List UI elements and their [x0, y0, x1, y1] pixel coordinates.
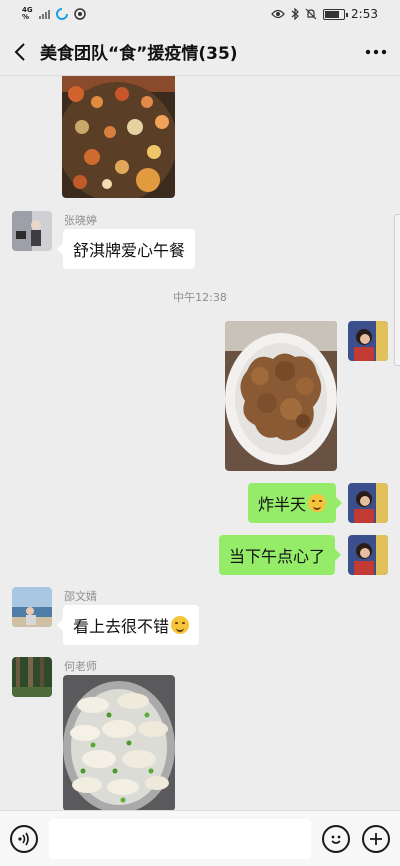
battery-icon	[323, 8, 349, 20]
hd-call-icon	[55, 8, 68, 20]
message-bubble-out[interactable]: 当下午点心了	[219, 535, 342, 575]
message-text: 舒淇牌爱心午餐	[73, 241, 186, 260]
message-image-dumplings[interactable]	[63, 675, 175, 810]
input-bar	[0, 810, 400, 866]
voice-icon	[18, 832, 29, 846]
sender-name: 何老师	[64, 660, 97, 673]
network-indicator: 4G %	[22, 7, 33, 21]
avatar-me-photo	[348, 483, 388, 523]
avatar-me-photo	[348, 321, 388, 361]
message-bubble-out[interactable]: 炸半天	[248, 483, 343, 523]
back-button[interactable]	[0, 28, 40, 76]
plus-icon	[370, 833, 382, 845]
dumplings-photo	[63, 675, 175, 810]
mute-icon	[305, 8, 317, 20]
more-dots-icon	[365, 49, 387, 54]
app-notification-icon	[73, 8, 86, 20]
signal-icon	[38, 9, 50, 19]
message-input[interactable]	[49, 819, 311, 859]
status-time: 2:53	[351, 7, 378, 21]
voice-button[interactable]	[10, 825, 38, 853]
chat-messages[interactable]: 张晓婷 舒淇牌爱心午餐 中午12:38 炸半天 当下午点心了 邵文婧 看上去很不…	[0, 76, 400, 810]
avatar-he[interactable]	[12, 657, 52, 697]
message-image-fried-food[interactable]	[225, 321, 337, 471]
status-right: 2:53	[271, 7, 378, 21]
bluetooth-icon	[291, 8, 299, 20]
avatar-he-photo	[12, 657, 52, 697]
emoji-button[interactable]	[322, 825, 350, 853]
thinking-emoji-icon	[171, 616, 190, 634]
more-button[interactable]	[352, 28, 400, 76]
smiley-icon	[331, 835, 341, 844]
message-image-soup[interactable]	[62, 76, 175, 198]
avatar-me-photo	[348, 535, 388, 575]
avatar-me[interactable]	[348, 321, 388, 361]
message-timestamp: 中午12:38	[173, 291, 227, 304]
message-bubble-in[interactable]: 舒淇牌爱心午餐	[56, 229, 196, 269]
status-left: 4G %	[22, 7, 86, 21]
sender-name: 张晓婷	[64, 214, 97, 227]
message-text: 看上去很不错	[73, 617, 170, 636]
more-functions-button[interactable]	[362, 825, 390, 853]
message-text: 炸半天	[258, 495, 307, 514]
eye-icon	[271, 9, 285, 19]
scrollbar-thumb[interactable]	[394, 214, 400, 366]
chevron-left-icon	[14, 42, 25, 61]
avatar-me[interactable]	[348, 483, 388, 523]
sender-name: 邵文婧	[64, 590, 97, 603]
avatar-me[interactable]	[348, 535, 388, 575]
status-bar: 4G % 2:53	[0, 0, 400, 28]
avatar-shao-photo	[12, 587, 52, 627]
avatar-zhang[interactable]	[12, 211, 52, 251]
fried-food-photo	[225, 321, 337, 471]
chat-header: 美食团队“食”援疫情(35)	[0, 28, 400, 76]
message-text: 当下午点心了	[229, 547, 326, 566]
chat-title: 美食团队“食”援疫情(35)	[40, 44, 238, 64]
avatar-shao[interactable]	[12, 587, 52, 627]
soup-photo	[62, 76, 175, 198]
avatar-zhang-photo	[12, 211, 52, 251]
message-bubble-in[interactable]: 看上去很不错	[56, 605, 200, 645]
network-sub-label: %	[22, 13, 30, 21]
grin-sweat-emoji-icon	[308, 494, 327, 512]
